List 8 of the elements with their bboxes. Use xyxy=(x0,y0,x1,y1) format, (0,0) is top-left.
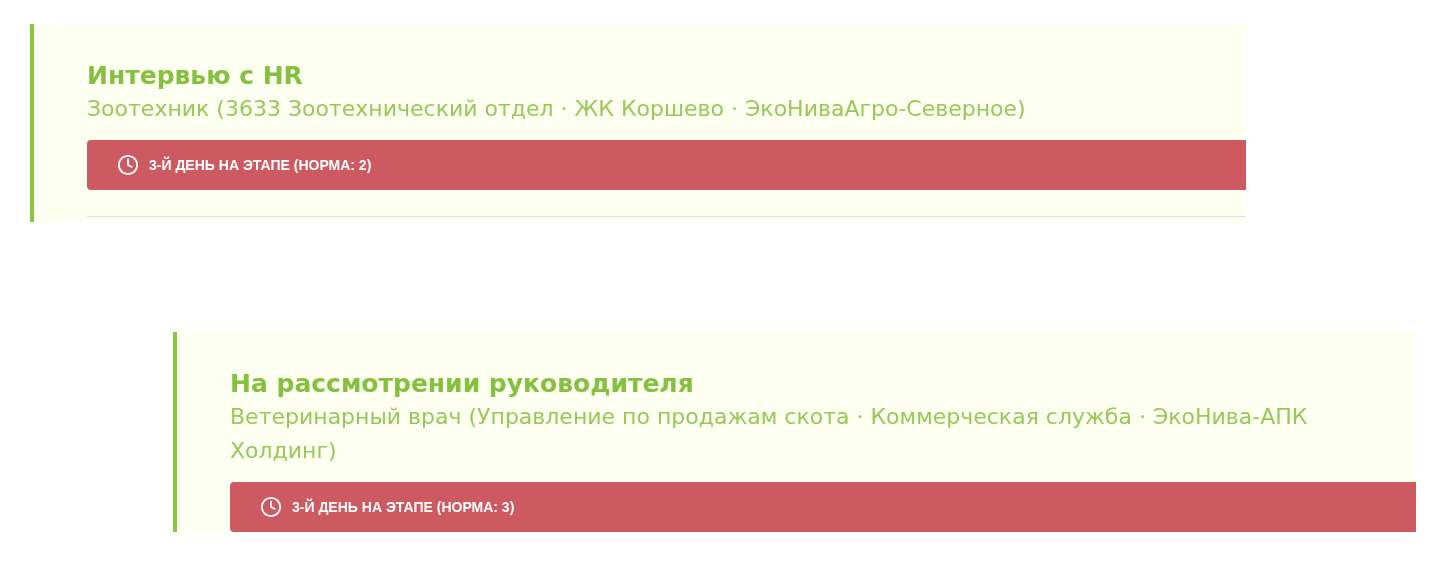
clock-icon xyxy=(260,496,282,518)
vacancy-subtitle: Ветеринарный врач (Управление по продажам скота · Коммерческая служба · ЭкоНива-АПК Холдинг) xyxy=(230,403,1309,465)
stage-title: Интервью с HR xyxy=(87,60,304,92)
stage-title: На рассмотрении руководителя xyxy=(230,368,695,400)
vacancy-subtitle: Зоотехник (3633 Зоотехнический отдел · ЖК Коршево · ЭкоНиваАгро-Северное) xyxy=(87,95,1027,123)
overdue-text: 3-Й ДЕНЬ НА ЭТАПЕ (НОРМА: 2) xyxy=(149,157,372,173)
clock-icon xyxy=(117,154,139,176)
overdue-text: 3-Й ДЕНЬ НА ЭТАПЕ (НОРМА: 3) xyxy=(292,499,515,515)
